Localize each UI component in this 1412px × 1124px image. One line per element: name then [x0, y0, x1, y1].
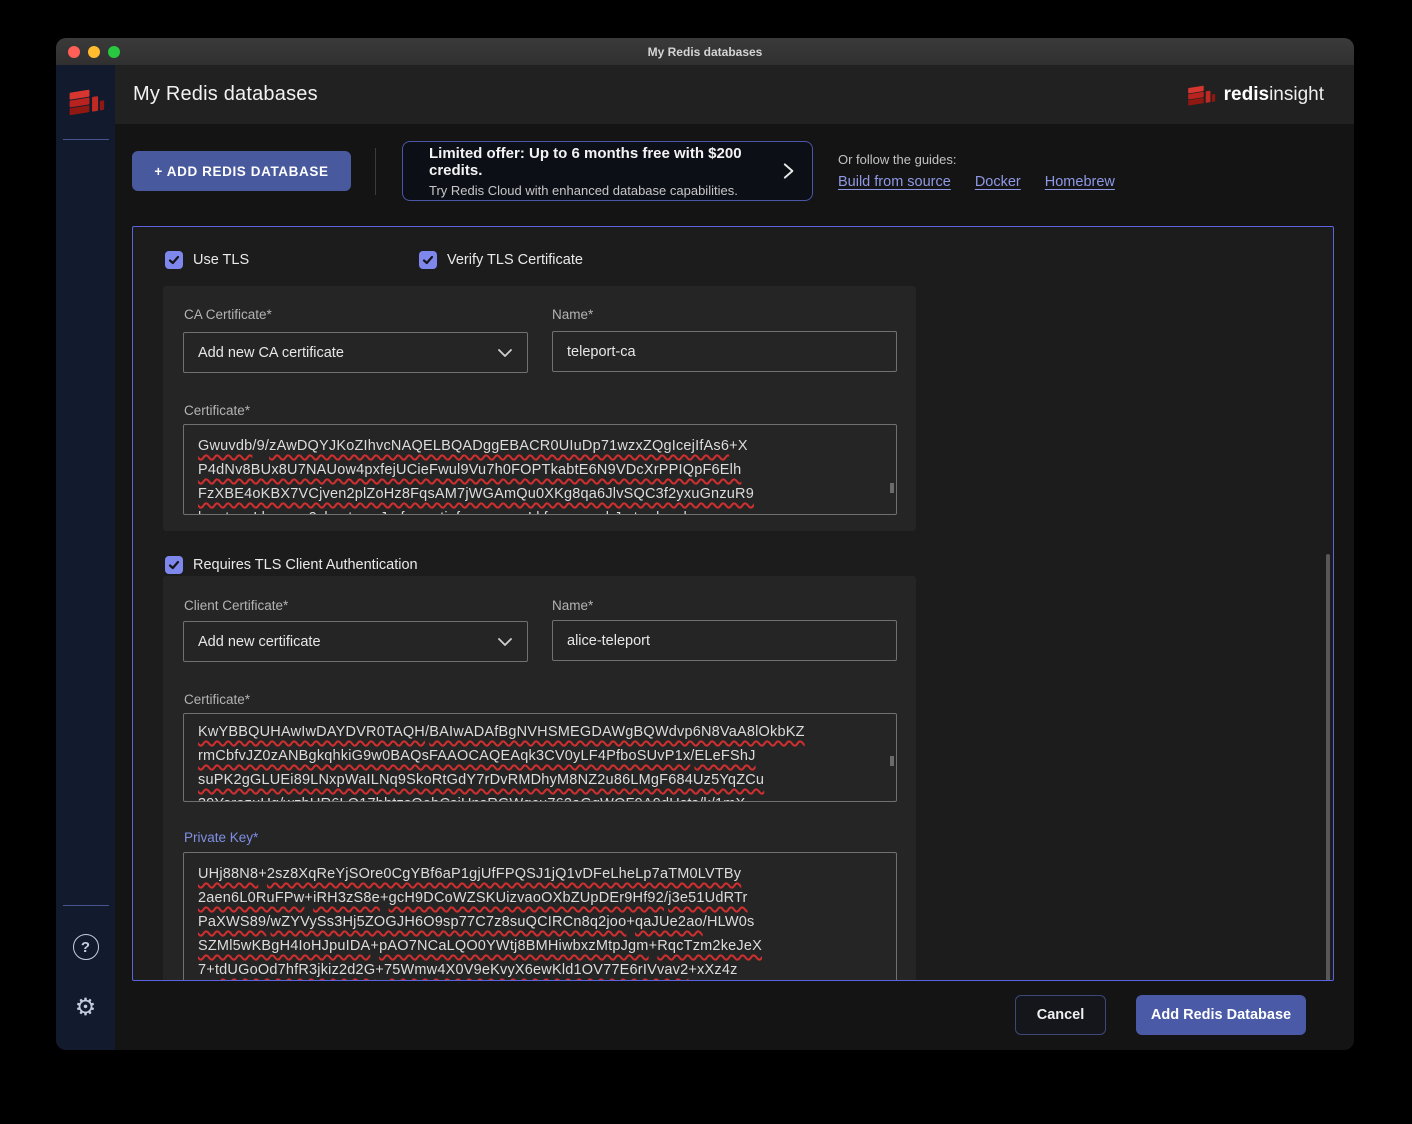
cancel-button[interactable]: Cancel — [1015, 995, 1106, 1035]
chevron-down-icon — [497, 637, 513, 647]
help-icon[interactable]: ? — [73, 934, 99, 960]
close-window-button[interactable] — [68, 46, 80, 58]
ca-certificate-label: CA Certificate* — [184, 307, 272, 322]
settings-gear-icon[interactable]: ⚙ — [75, 996, 97, 1020]
requires-tls-client-auth-label: Requires TLS Client Authentication — [193, 557, 418, 573]
redisinsight-brand: redisinsight — [1186, 81, 1324, 108]
client-certificate-label: Client Certificate* — [184, 598, 288, 613]
app-window: My Redis databases ? ⚙ — [56, 38, 1354, 1050]
offer-subtitle: Try Redis Cloud with enhanced database c… — [429, 183, 781, 198]
redis-logo-icon — [67, 83, 105, 119]
ca-certificate-body-label: Certificate* — [184, 403, 250, 418]
client-name-label: Name* — [552, 598, 593, 613]
checkbox-checked-icon — [419, 251, 437, 269]
client-certificate-select-value: Add new certificate — [198, 634, 321, 650]
verify-tls-certificate-label: Verify TLS Certificate — [447, 252, 583, 268]
toolbar-divider — [375, 148, 376, 195]
brand-wordmark: redisinsight — [1224, 84, 1324, 106]
window-title: My Redis databases — [56, 45, 1354, 59]
ca-certificate-select-value: Add new CA certificate — [198, 345, 344, 361]
verify-tls-certificate-checkbox[interactable]: Verify TLS Certificate — [419, 251, 583, 269]
ca-name-label: Name* — [552, 307, 593, 322]
tls-form-panel: Use TLS Verify TLS Certificate CA Certif… — [132, 226, 1334, 981]
ca-certificate-textarea[interactable]: Gwuvdb/9/zAwDQYJKoZIhvcNAQELBQADggEBACR0… — [183, 424, 897, 515]
offer-banner[interactable]: Limited offer: Up to 6 months free with … — [402, 141, 813, 201]
redis-logo-icon — [1186, 81, 1216, 108]
guide-link-docker[interactable]: Docker — [975, 174, 1021, 190]
page-title: My Redis databases — [133, 83, 318, 106]
client-name-input[interactable] — [552, 620, 897, 661]
brand-insight: insight — [1269, 84, 1324, 105]
guide-link-homebrew[interactable]: Homebrew — [1045, 174, 1115, 190]
offer-title: Limited offer: Up to 6 months free with … — [429, 145, 781, 179]
brand-redis: redis — [1224, 84, 1269, 105]
ca-certificate-card: CA Certificate* Add new CA certificate N… — [163, 286, 916, 531]
use-tls-checkbox[interactable]: Use TLS — [165, 251, 249, 269]
guides-label: Or follow the guides: — [838, 152, 1115, 167]
guides-section: Or follow the guides: Build from source … — [838, 152, 1115, 190]
requires-tls-client-auth-checkbox[interactable]: Requires TLS Client Authentication — [165, 556, 418, 574]
main-area: My Redis databases redisinsight + A — [115, 65, 1354, 1050]
sidebar-divider-bottom — [63, 905, 109, 906]
textarea-scrollbar-thumb[interactable] — [890, 756, 894, 766]
private-key-label: Private Key* — [184, 830, 258, 845]
chevron-right-icon — [781, 161, 796, 181]
chevron-down-icon — [497, 348, 513, 358]
title-bar: My Redis databases — [56, 38, 1354, 65]
guide-link-build-from-source[interactable]: Build from source — [838, 174, 951, 190]
private-key-textarea[interactable]: UHj88N8+2sz8XqReYjSOre0CgYBf6aP1gjUfFPQS… — [183, 852, 897, 981]
ca-certificate-select[interactable]: Add new CA certificate — [183, 332, 528, 373]
ca-name-input[interactable] — [552, 331, 897, 372]
sidebar-divider — [63, 139, 109, 140]
checkbox-checked-icon — [165, 251, 183, 269]
textarea-scrollbar-thumb[interactable] — [890, 483, 894, 493]
client-certificate-body-label: Certificate* — [184, 692, 250, 707]
add-redis-database-button[interactable]: + ADD REDIS DATABASE — [132, 151, 351, 191]
client-certificate-card: Client Certificate* Add new certificate … — [163, 576, 916, 981]
panel-scrollbar-thumb[interactable] — [1326, 554, 1330, 981]
zoom-window-button[interactable] — [108, 46, 120, 58]
minimize-window-button[interactable] — [88, 46, 100, 58]
add-redis-database-submit-button[interactable]: Add Redis Database — [1136, 995, 1306, 1035]
use-tls-label: Use TLS — [193, 252, 249, 268]
app-header: My Redis databases redisinsight — [115, 65, 1354, 124]
client-certificate-textarea[interactable]: KwYBBQUHAwIwDAYDVR0TAQH/BAIwADAfBgNVHSME… — [183, 713, 897, 802]
client-certificate-select[interactable]: Add new certificate — [183, 621, 528, 662]
sidebar: ? ⚙ — [56, 65, 115, 1050]
checkbox-checked-icon — [165, 556, 183, 574]
